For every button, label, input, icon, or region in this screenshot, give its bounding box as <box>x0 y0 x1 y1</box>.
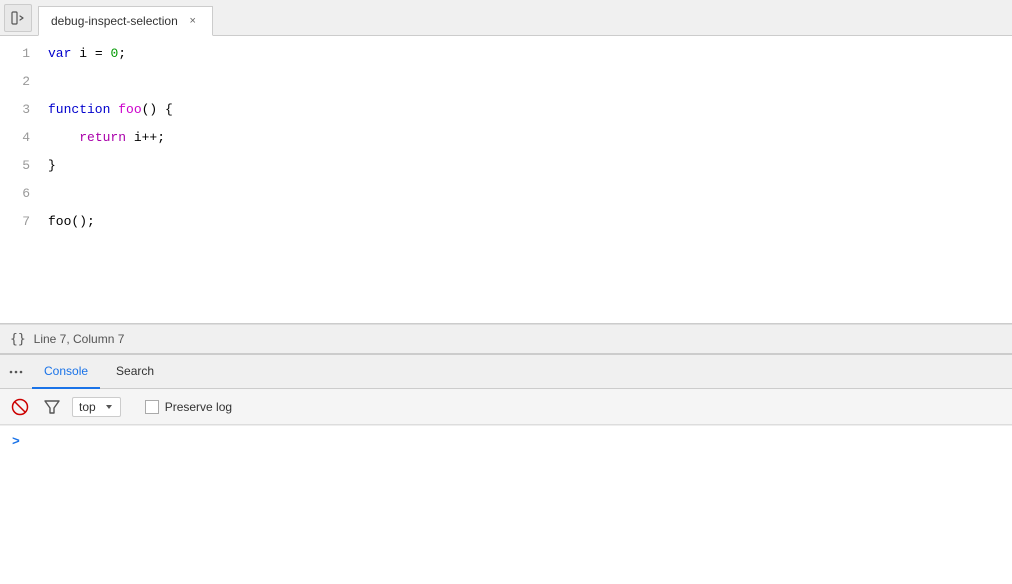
tab-search[interactable]: Search <box>104 355 166 389</box>
level-filter-selector[interactable]: top <box>72 397 121 417</box>
code-line: } <box>48 152 1012 180</box>
code-line: function foo() { <box>48 96 1012 124</box>
preserve-log-checkbox[interactable] <box>145 400 159 414</box>
filter-button[interactable] <box>40 395 64 419</box>
panel-toggle-button[interactable] <box>4 4 32 32</box>
console-toolbar: top Preserve log <box>0 389 1012 425</box>
code-line: foo(); <box>48 208 1012 236</box>
code-line: return i++; <box>48 124 1012 152</box>
console-panel: Console Search top <box>0 354 1012 584</box>
console-tab-bar: Console Search <box>0 355 1012 389</box>
file-tab[interactable]: debug-inspect-selection × <box>38 6 213 36</box>
console-menu-button[interactable] <box>4 360 28 384</box>
console-prompt-symbol: > <box>12 434 20 449</box>
tab-title: debug-inspect-selection <box>51 14 178 28</box>
code-editor: 1234567 var i = 0; function foo() { retu… <box>0 36 1012 324</box>
tab-close-button[interactable]: × <box>186 14 200 28</box>
line-number: 6 <box>0 180 30 208</box>
tab-search-label: Search <box>116 364 154 378</box>
code-line <box>48 68 1012 96</box>
format-icon: {} <box>10 332 26 347</box>
code-lines[interactable]: var i = 0; function foo() { return i++;}… <box>40 40 1012 319</box>
clear-console-button[interactable] <box>8 395 32 419</box>
console-body[interactable]: > <box>0 425 1012 584</box>
line-number: 3 <box>0 96 30 124</box>
filter-value: top <box>79 400 96 414</box>
tab-console[interactable]: Console <box>32 355 100 389</box>
console-input-area: > <box>0 425 1012 457</box>
preserve-log-container: Preserve log <box>145 400 232 414</box>
tab-console-label: Console <box>44 364 88 378</box>
line-numbers: 1234567 <box>0 40 40 319</box>
line-number: 7 <box>0 208 30 236</box>
tab-bar: debug-inspect-selection × <box>0 0 1012 36</box>
line-number: 1 <box>0 40 30 68</box>
line-number: 5 <box>0 152 30 180</box>
code-content: 1234567 var i = 0; function foo() { retu… <box>0 36 1012 323</box>
preserve-log-label: Preserve log <box>165 400 232 414</box>
code-line: var i = 0; <box>48 40 1012 68</box>
line-number: 4 <box>0 124 30 152</box>
status-bar: {} Line 7, Column 7 <box>0 324 1012 354</box>
code-line <box>48 180 1012 208</box>
line-number: 2 <box>0 68 30 96</box>
cursor-position: Line 7, Column 7 <box>34 332 125 346</box>
